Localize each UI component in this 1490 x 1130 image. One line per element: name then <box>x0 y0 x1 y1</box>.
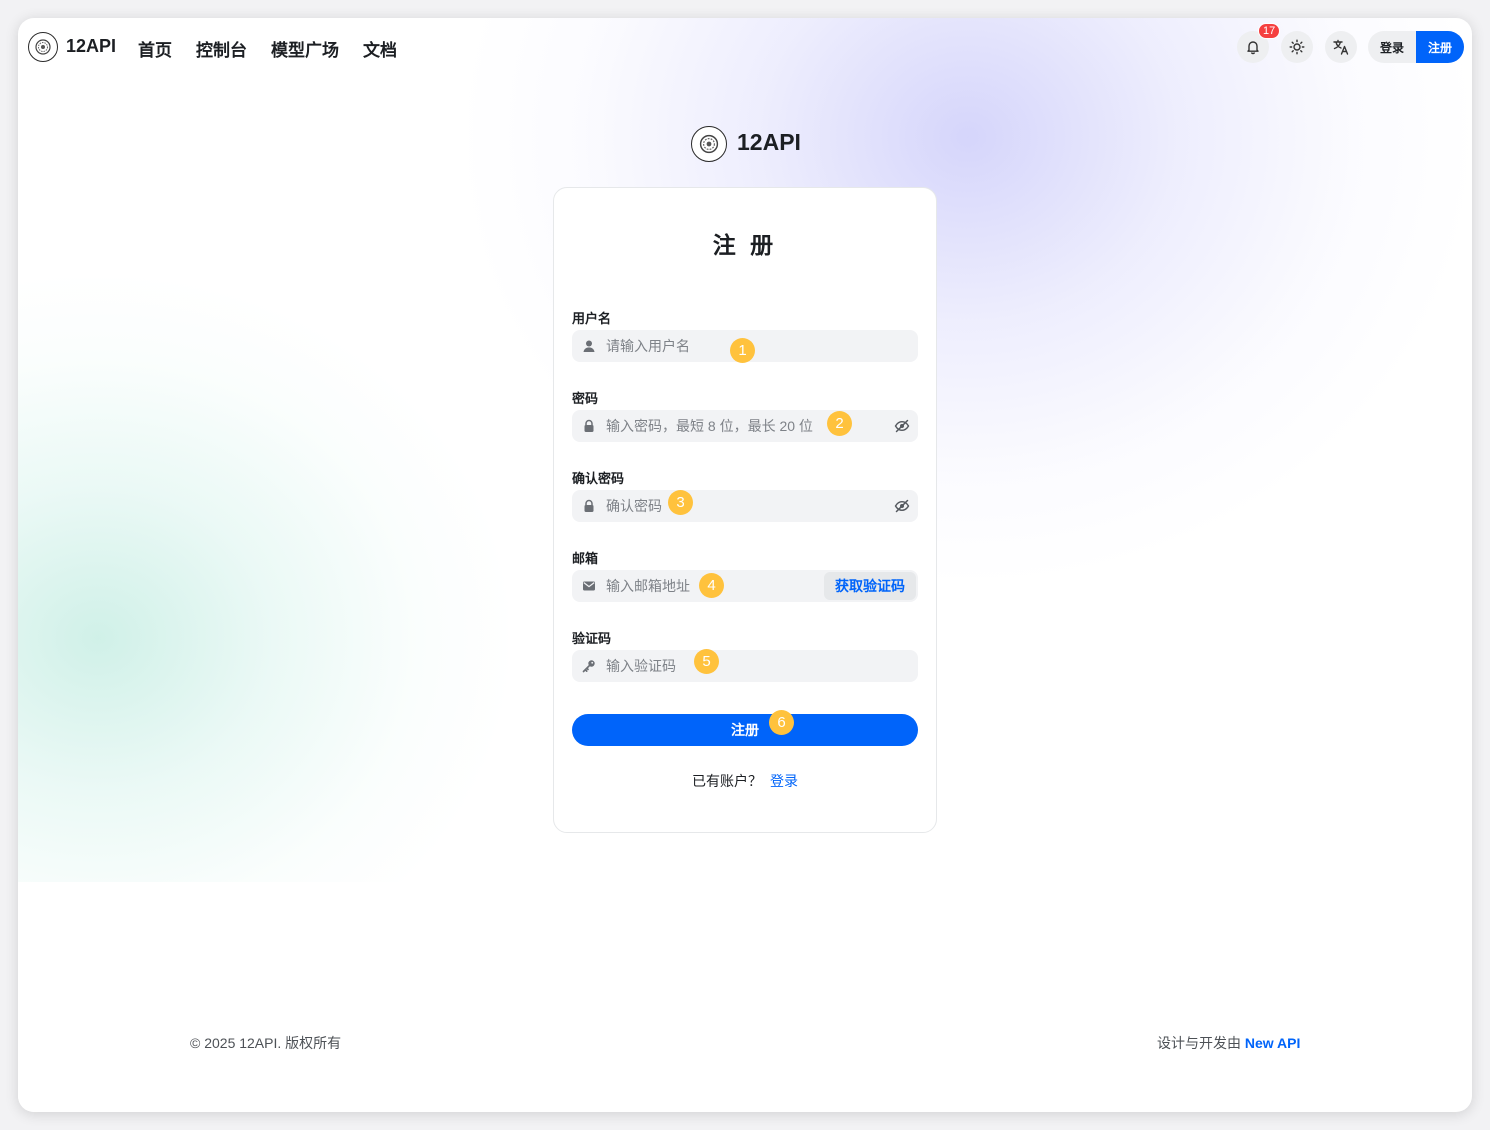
footer-credit: 设计与开发由 New API <box>1157 1033 1300 1053</box>
sun-icon <box>1289 39 1305 55</box>
eye-off-icon[interactable] <box>894 498 910 514</box>
center-brand-name: 12API <box>737 129 801 155</box>
step-marker-6: 6 <box>769 710 794 735</box>
brand-name[interactable]: 12API <box>66 36 116 57</box>
step-marker-3: 3 <box>668 490 693 515</box>
main-nav: 首页 控制台 模型广场 文档 <box>138 36 397 61</box>
password-placeholder: 输入密码，最短 8 位，最长 20 位 <box>606 418 813 434</box>
auth-button-group: 登录 注册 <box>1368 31 1464 63</box>
lock-icon <box>572 499 606 513</box>
mail-icon <box>572 579 606 593</box>
footer-copyright: © 2025 12API. 版权所有 <box>190 1035 342 1051</box>
email-input[interactable]: 输入邮箱地址 获取验证码 <box>572 570 918 602</box>
eye-off-icon[interactable] <box>894 418 910 434</box>
nav-item-model-square[interactable]: 模型广场 <box>271 36 339 61</box>
confirm-password-label: 确认密码 <box>572 471 625 486</box>
top-navigation-bar: 12API 首页 控制台 模型广场 文档 17 登录 注册 <box>18 18 1472 76</box>
register-button[interactable]: 注册 <box>1416 31 1464 63</box>
lock-icon <box>572 419 606 433</box>
email-label: 邮箱 <box>572 551 599 566</box>
login-link[interactable]: 登录 <box>770 773 798 789</box>
nav-item-console[interactable]: 控制台 <box>196 36 247 61</box>
step-marker-1: 1 <box>730 338 755 363</box>
register-card: 注 册 用户名 请输入用户名 密码 输入密码，最短 8 位，最长 20 位 确认… <box>553 187 937 833</box>
password-label: 密码 <box>572 391 599 406</box>
background-cut <box>18 882 618 1112</box>
theme-toggle-button[interactable] <box>1281 31 1313 63</box>
bell-icon <box>1247 41 1259 55</box>
app-window: 12API 首页 控制台 模型广场 文档 17 登录 注册 12API 注 册 … <box>18 18 1472 1112</box>
center-logo-icon <box>691 126 727 162</box>
step-marker-4: 4 <box>699 573 724 598</box>
key-icon <box>572 659 606 673</box>
translate-icon <box>1333 39 1349 55</box>
code-label: 验证码 <box>572 631 612 646</box>
have-account-row: 已有账户？ 登录 <box>554 771 936 791</box>
language-button[interactable] <box>1325 31 1357 63</box>
step-marker-2: 2 <box>827 411 852 436</box>
username-label: 用户名 <box>572 311 612 326</box>
step-marker-5: 5 <box>694 649 719 674</box>
nav-item-home[interactable]: 首页 <box>138 36 172 61</box>
code-placeholder: 输入验证码 <box>606 658 676 674</box>
have-account-text: 已有账户？ <box>692 773 762 789</box>
login-button[interactable]: 登录 <box>1368 31 1416 63</box>
user-icon <box>572 339 606 353</box>
password-input[interactable]: 输入密码，最短 8 位，最长 20 位 <box>572 410 918 442</box>
nav-item-docs[interactable]: 文档 <box>363 36 397 61</box>
submit-register-button[interactable]: 注册 <box>572 714 918 746</box>
confirm-password-placeholder: 确认密码 <box>606 498 662 514</box>
get-code-button[interactable]: 获取验证码 <box>824 572 916 600</box>
logo-icon[interactable] <box>28 32 58 62</box>
new-api-link[interactable]: New API <box>1245 1035 1301 1051</box>
username-placeholder: 请输入用户名 <box>606 338 690 354</box>
code-input[interactable]: 输入验证码 <box>572 650 918 682</box>
email-placeholder: 输入邮箱地址 <box>606 578 690 594</box>
form-title: 注 册 <box>712 232 778 258</box>
notification-badge: 17 <box>1258 23 1281 39</box>
confirm-password-input[interactable]: 确认密码 <box>572 490 918 522</box>
footer-credit-text: 设计与开发由 <box>1157 1035 1241 1051</box>
